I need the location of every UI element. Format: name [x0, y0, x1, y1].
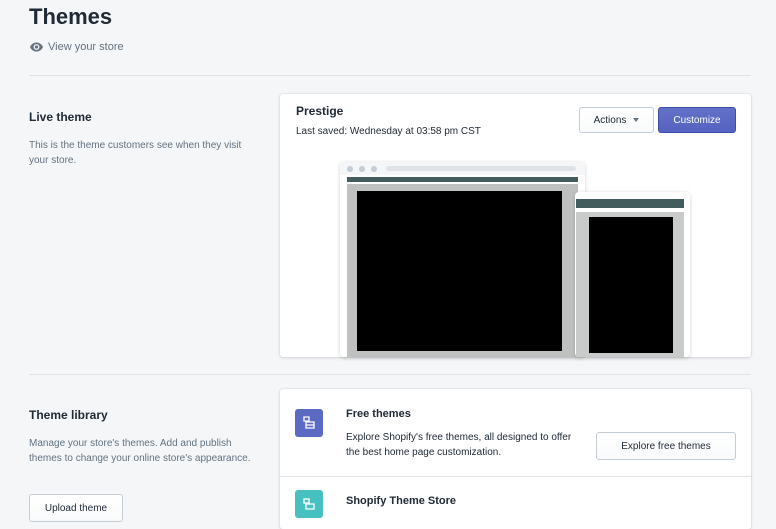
- theme-name: Prestige: [296, 104, 344, 118]
- upload-theme-label: Upload theme: [44, 502, 108, 514]
- themes-page: Themes View your store Live theme This i…: [0, 0, 776, 529]
- actions-label: Actions: [593, 114, 627, 126]
- theme-library-heading: Theme library: [29, 408, 108, 422]
- free-themes-title: Free themes: [346, 408, 411, 420]
- view-store-label: View your store: [48, 41, 124, 53]
- theme-sections-icon: [303, 416, 315, 429]
- live-theme-description: This is the theme customers see when the…: [29, 140, 242, 166]
- section-divider: [29, 374, 751, 375]
- explore-free-themes-label: Explore free themes: [621, 440, 711, 452]
- upload-theme-button[interactable]: Upload theme: [29, 494, 123, 522]
- window-dot-icon: [347, 166, 353, 172]
- actions-button[interactable]: Actions: [579, 107, 654, 133]
- eye-icon: [30, 42, 43, 52]
- window-dot-icon: [359, 166, 365, 172]
- row-divider: [280, 476, 751, 477]
- url-bar: [386, 166, 576, 171]
- mobile-announcement-bar: [576, 199, 684, 208]
- desktop-preview-image: [357, 191, 562, 351]
- theme-library-description: Manage your store's themes. Add and publ…: [29, 438, 251, 464]
- view-store-link[interactable]: View your store: [30, 41, 124, 53]
- theme-store-title: Shopify Theme Store: [346, 495, 457, 507]
- desktop-preview: [340, 162, 585, 357]
- mobile-preview: [575, 192, 690, 357]
- window-dot-icon: [371, 166, 377, 172]
- caret-down-icon: [633, 118, 640, 122]
- free-themes-icon: [295, 409, 323, 437]
- browser-chrome: [340, 162, 585, 175]
- page-title: Themes: [29, 4, 113, 29]
- header-divider: [29, 75, 751, 76]
- customize-button[interactable]: Customize: [658, 107, 736, 133]
- desktop-announcement-bar: [347, 177, 578, 182]
- theme-library-card: Free themes Explore Shopify's free theme…: [280, 389, 751, 529]
- mobile-preview-image: [589, 217, 673, 353]
- last-saved-text: Last saved: Wednesday at 03:58 pm CST: [296, 126, 481, 137]
- free-themes-description: Explore Shopify's free themes, all desig…: [346, 432, 572, 458]
- customize-label: Customize: [673, 114, 721, 126]
- live-theme-heading: Live theme: [29, 110, 92, 124]
- explore-free-themes-button[interactable]: Explore free themes: [596, 432, 736, 460]
- theme-store-icon: [295, 490, 323, 518]
